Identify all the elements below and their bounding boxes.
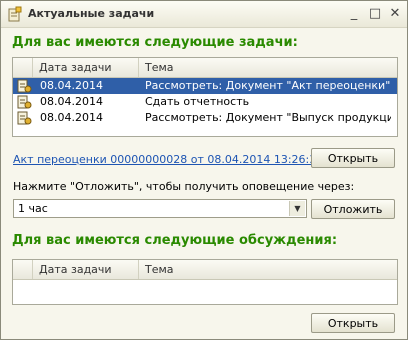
header-icon-cell [13, 260, 33, 279]
column-header-topic[interactable]: Тема [139, 58, 397, 77]
snooze-label: Нажмите "Отложить", чтобы получить опове… [13, 180, 355, 193]
task-date: 08.04.2014 [40, 79, 103, 92]
tasks-table-header: Дата задачи Тема [13, 58, 397, 78]
task-date: 08.04.2014 [40, 95, 103, 108]
discussions-heading: Для вас имеются следующие обсуждения: [12, 233, 338, 248]
task-topic: Рассмотреть: Документ "Акт переоценки". … [145, 79, 391, 92]
window-title: Актуальные задачи [28, 7, 155, 20]
chevron-down-icon[interactable]: ▼ [289, 201, 305, 216]
close-icon[interactable]: ✕ [387, 6, 403, 22]
column-header-date[interactable]: Дата задачи [33, 58, 139, 77]
snooze-interval-select[interactable]: 1 час ▼ [13, 199, 307, 218]
snooze-button[interactable]: Отложить [311, 199, 395, 219]
table-row[interactable]: 08.04.2014 Рассмотреть: Документ "Акт пе… [13, 78, 397, 94]
tasks-heading: Для вас имеются следующие задачи: [12, 35, 298, 50]
open-task-button[interactable]: Открыть [311, 148, 395, 168]
table-row[interactable]: 08.04.2014 Рассмотреть: Документ "Выпуск… [13, 110, 397, 126]
title-bar[interactable]: Актуальные задачи _ □ ✕ [1, 1, 407, 28]
app-icon [8, 6, 22, 22]
task-document-link[interactable]: Акт переоценки 00000000028 от 08.04.2014… [13, 153, 323, 166]
task-icon [17, 95, 32, 109]
column-header-topic[interactable]: Тема [139, 260, 397, 279]
discussions-table-header: Дата задачи Тема [13, 260, 397, 280]
table-row[interactable]: 08.04.2014 Сдать отчетность [13, 94, 397, 110]
tasks-window: Актуальные задачи _ □ ✕ Для вас имеются … [0, 0, 408, 340]
open-discussion-button[interactable]: Открыть [311, 313, 395, 333]
snooze-interval-value: 1 час [18, 202, 48, 215]
task-icon [17, 111, 32, 125]
header-icon-cell [13, 58, 33, 77]
discussions-table[interactable]: Дата задачи Тема [12, 259, 398, 305]
task-date: 08.04.2014 [40, 111, 103, 124]
minimize-icon[interactable]: _ [346, 6, 362, 22]
maximize-icon[interactable]: □ [367, 6, 383, 22]
tasks-table[interactable]: Дата задачи Тема 08.04.2014 Рассмотреть:… [12, 57, 398, 137]
column-header-date[interactable]: Дата задачи [33, 260, 139, 279]
task-icon [17, 79, 32, 93]
task-topic: Сдать отчетность [145, 95, 250, 108]
task-topic: Рассмотреть: Документ "Выпуск продукции"… [145, 111, 391, 124]
